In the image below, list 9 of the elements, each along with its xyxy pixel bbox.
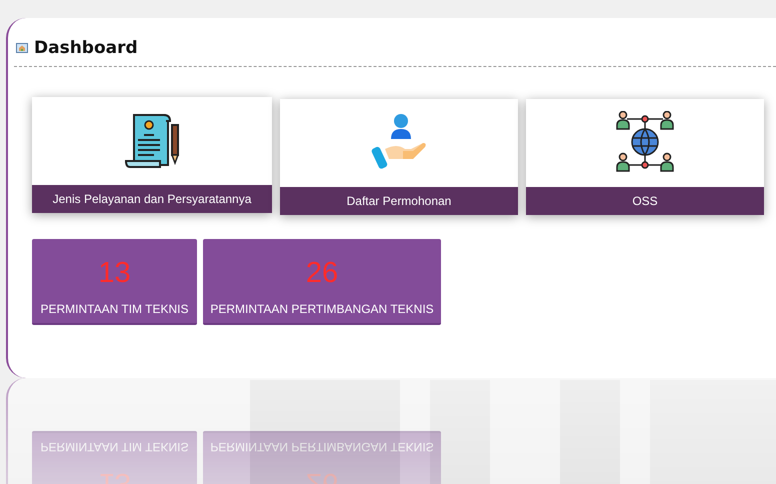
menu-card[interactable]: Jenis Pelayanan dan Persyaratannya (32, 97, 272, 213)
page-title: Dashboard (34, 38, 138, 58)
stat-value: 26 (306, 257, 338, 290)
stat-label: PERMINTAAN PERTIMBANGAN TEKNIS (210, 302, 434, 316)
menu-card[interactable]: OSS (526, 99, 764, 215)
menu-card[interactable]: Daftar Permohonan (280, 99, 518, 215)
stat-value: 13 (98, 257, 131, 290)
house-picture-icon (16, 43, 28, 53)
stat-label: PERMINTAAN TIM TEKNIS (40, 302, 189, 316)
